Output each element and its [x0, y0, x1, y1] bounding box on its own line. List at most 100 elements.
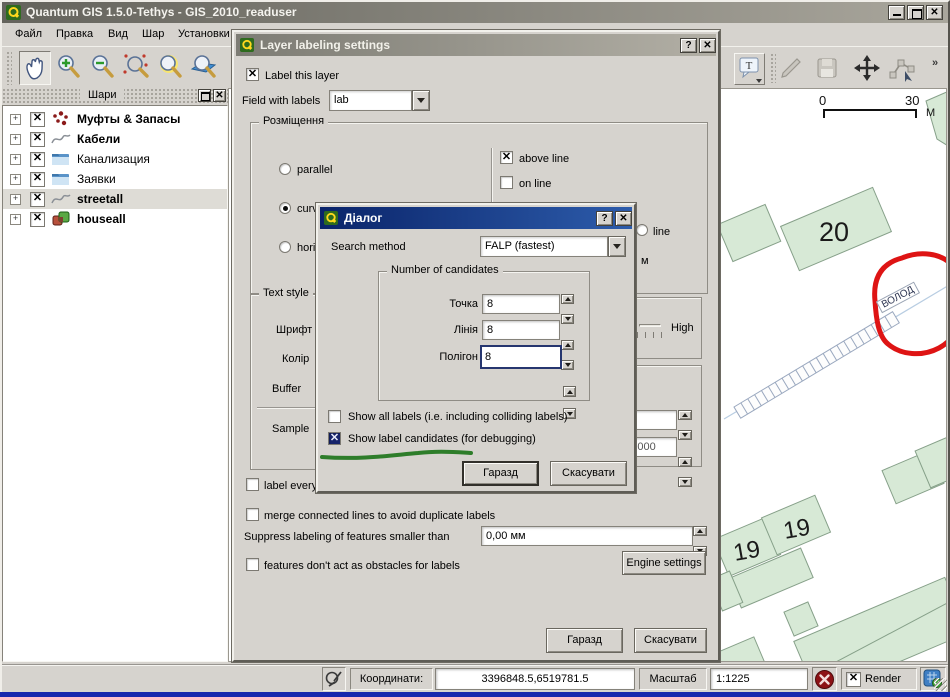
- scale-min-spin-down[interactable]: [678, 430, 692, 440]
- labeling-cancel-button[interactable]: Скасувати: [634, 628, 707, 653]
- layer-visibility-checkbox[interactable]: [30, 132, 45, 147]
- layer-label[interactable]: Канализация: [77, 152, 150, 166]
- layer-visibility-checkbox[interactable]: [30, 192, 45, 207]
- pan-map-button[interactable]: [19, 51, 51, 85]
- curved-radio[interactable]: [279, 202, 291, 214]
- engine-settings-button[interactable]: Engine settings: [622, 551, 706, 575]
- move-feature-button[interactable]: [852, 53, 884, 85]
- layer-label[interactable]: Заявки: [77, 172, 116, 186]
- close-dialog-button[interactable]: ✕: [615, 211, 632, 226]
- minimize-button[interactable]: [888, 5, 905, 20]
- show-candidates-checkbox[interactable]: [328, 432, 341, 445]
- save-button[interactable]: [814, 55, 842, 83]
- layer-row-kabeli[interactable]: + Кабели: [3, 129, 227, 149]
- float-panel-icon: [201, 92, 210, 101]
- close-dialog-button[interactable]: ✕: [699, 38, 716, 53]
- layer-visibility-checkbox[interactable]: [30, 212, 45, 227]
- float-panel-button[interactable]: [198, 89, 211, 102]
- search-method-arrow[interactable]: [608, 236, 626, 257]
- field-combobox[interactable]: lab: [329, 90, 412, 111]
- point-spin-up[interactable]: [561, 294, 574, 304]
- merge-lines-checkbox[interactable]: [246, 508, 259, 521]
- suppress-input[interactable]: [482, 527, 696, 545]
- measure-button[interactable]: [778, 55, 806, 83]
- expand-icon[interactable]: +: [10, 214, 21, 225]
- layers-panel-header[interactable]: Шари ✕: [2, 88, 228, 105]
- labeling-ok-button[interactable]: Гаразд: [546, 628, 623, 653]
- horizontal-radio[interactable]: [279, 241, 291, 253]
- close-icon: ✕: [703, 40, 711, 51]
- on-line-checkbox[interactable]: [500, 176, 513, 189]
- help-button[interactable]: ?: [680, 38, 697, 53]
- label-this-layer-checkbox[interactable]: [246, 68, 259, 81]
- zoom-full-button[interactable]: [121, 51, 153, 85]
- engine-cancel-button[interactable]: Скасувати: [550, 461, 627, 486]
- point-candidates-input[interactable]: [483, 295, 563, 313]
- window-titlebar[interactable]: Quantum GIS 1.5.0-Tethys - GIS_2010_read…: [2, 2, 948, 23]
- layer-row-zayavki[interactable]: + Заявки: [3, 169, 227, 189]
- close-button[interactable]: ✕: [926, 5, 943, 20]
- labeling-dialog-titlebar[interactable]: Layer labeling settings ? ✕: [236, 34, 716, 56]
- suppress-spin-up[interactable]: [693, 526, 707, 536]
- layer-label[interactable]: streetall: [77, 192, 123, 206]
- menu-edit[interactable]: Правка: [56, 28, 93, 40]
- layer-visibility-checkbox[interactable]: [30, 112, 45, 127]
- show-all-labels-checkbox[interactable]: [328, 410, 341, 423]
- scale-input[interactable]: [711, 669, 812, 689]
- zoom-last-button[interactable]: [155, 51, 187, 85]
- search-method-combobox[interactable]: FALP (fastest): [480, 236, 608, 257]
- help-icon: ?: [685, 40, 691, 51]
- text-annotation-button[interactable]: T: [734, 53, 765, 85]
- zoom-out-button[interactable]: [87, 51, 119, 85]
- line-candidates-input[interactable]: [483, 321, 563, 339]
- layer-visibility-checkbox[interactable]: [30, 172, 45, 187]
- priority-slider-track[interactable]: [639, 324, 661, 327]
- resize-grip[interactable]: [934, 678, 947, 691]
- parallel-radio[interactable]: [279, 163, 291, 175]
- layer-label[interactable]: Кабели: [77, 132, 120, 146]
- coordinates-input[interactable]: [436, 669, 634, 689]
- expand-icon[interactable]: +: [10, 154, 21, 165]
- engine-dialog-titlebar[interactable]: Діалог ? ✕: [320, 207, 632, 229]
- expand-icon[interactable]: +: [10, 174, 21, 185]
- node-tool-button[interactable]: [888, 53, 920, 85]
- engine-ok-button[interactable]: Гаразд: [462, 461, 539, 486]
- layer-row-streetall[interactable]: + streetall: [3, 189, 227, 209]
- layer-visibility-checkbox[interactable]: [30, 152, 45, 167]
- scale-max-spin-down[interactable]: [678, 477, 692, 487]
- layer-label[interactable]: Муфты & Запасы: [77, 112, 180, 126]
- expand-icon[interactable]: +: [10, 134, 21, 145]
- expand-icon[interactable]: +: [10, 114, 21, 125]
- status-extents-button[interactable]: [322, 667, 346, 691]
- label-every-checkbox[interactable]: [246, 478, 259, 491]
- polygon-candidates-input[interactable]: [482, 347, 563, 367]
- field-combobox-arrow[interactable]: [412, 90, 430, 111]
- zoom-in-button[interactable]: [53, 51, 85, 85]
- layer-row-kanalizacia[interactable]: + Канализация: [3, 149, 227, 169]
- layer-row-houseall[interactable]: + houseall: [3, 209, 227, 229]
- zoom-layer-button[interactable]: [189, 51, 221, 85]
- coordinates-toggle[interactable]: Координати:: [350, 668, 433, 690]
- menu-settings[interactable]: Установки: [178, 28, 230, 40]
- qgis-logo-icon: [6, 5, 21, 20]
- above-line-checkbox[interactable]: [500, 151, 513, 164]
- layer-row-mufty[interactable]: + Муфты & Запасы: [3, 109, 227, 129]
- close-panel-button[interactable]: ✕: [213, 89, 226, 102]
- menu-view[interactable]: Вид: [108, 28, 128, 40]
- toolbar-overflow-chevron[interactable]: »: [932, 57, 938, 69]
- line-radio[interactable]: [636, 224, 648, 236]
- scale-min-spin-up[interactable]: [678, 410, 692, 420]
- menu-file[interactable]: Файл: [15, 28, 42, 40]
- building-polygon: [794, 577, 947, 662]
- obstacles-checkbox[interactable]: [246, 558, 259, 571]
- menu-layer[interactable]: Шар: [142, 28, 164, 40]
- maximize-button[interactable]: [907, 5, 924, 20]
- layer-label[interactable]: houseall: [77, 212, 126, 226]
- help-button[interactable]: ?: [596, 211, 613, 226]
- render-checkbox[interactable]: [846, 672, 861, 687]
- scale-max-spin-up[interactable]: [678, 457, 692, 467]
- stop-render-button[interactable]: [812, 667, 837, 691]
- toolbar-grip[interactable]: [6, 51, 12, 85]
- polygon-spin-up[interactable]: [563, 386, 576, 397]
- expand-icon[interactable]: +: [10, 194, 21, 205]
